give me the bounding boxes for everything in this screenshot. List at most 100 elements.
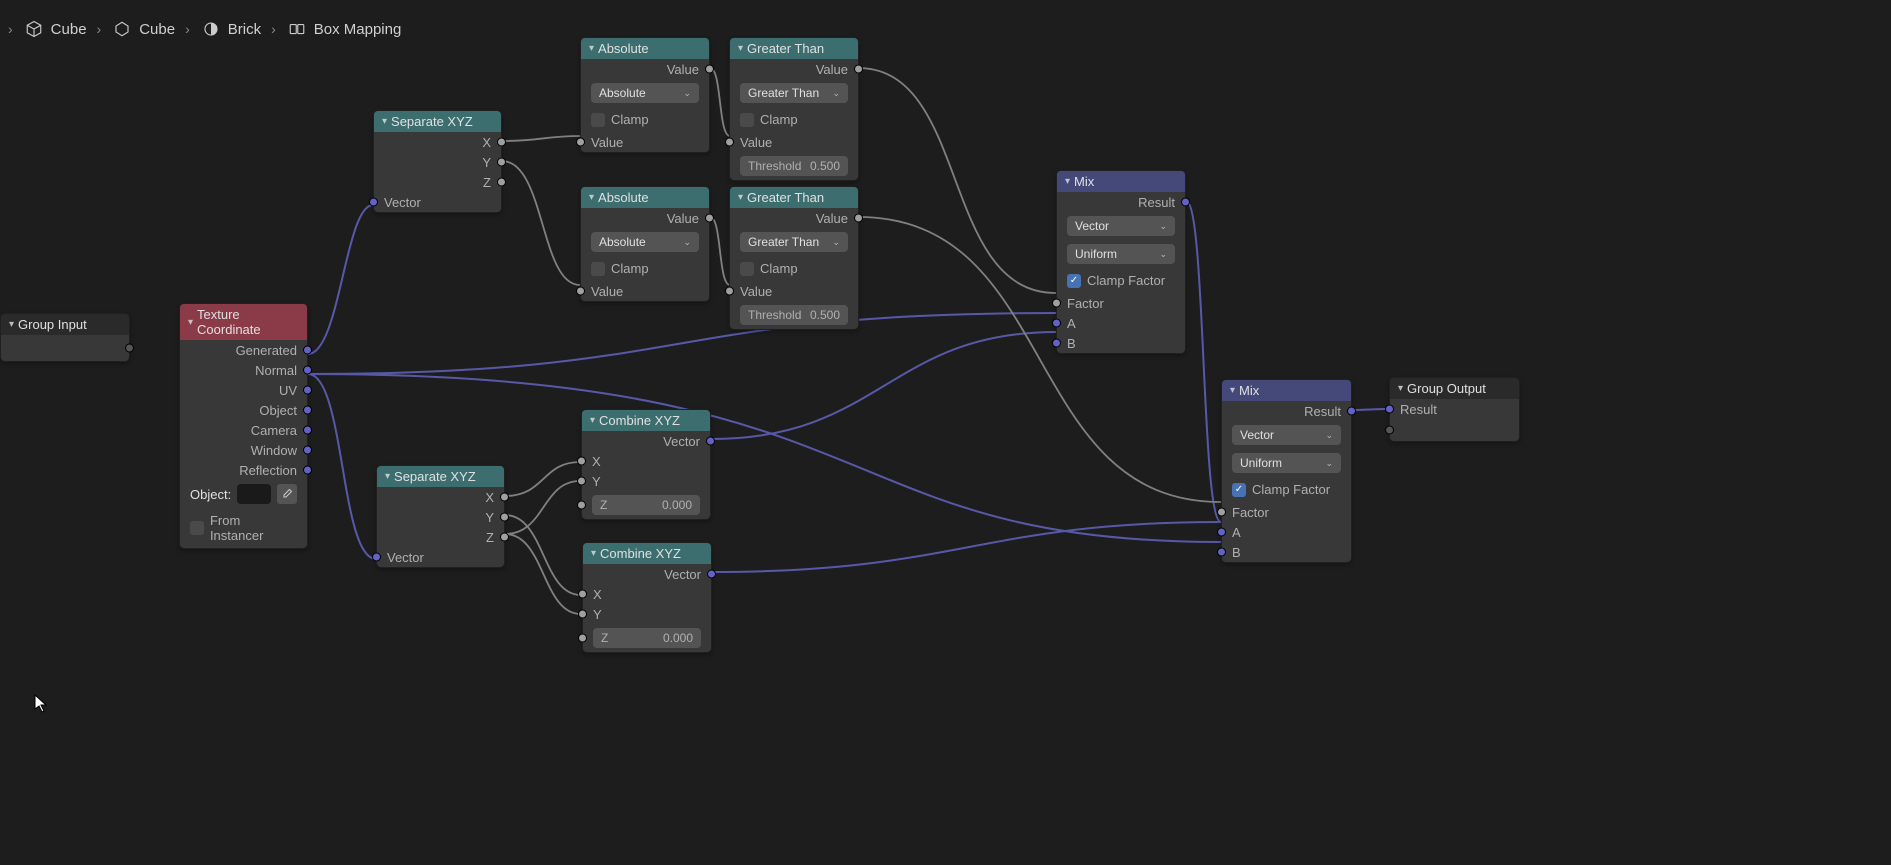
object-input[interactable] (237, 484, 271, 504)
breadcrumb-label: Box Mapping (314, 21, 402, 38)
socket-in[interactable] (1385, 426, 1394, 435)
socket-in[interactable] (578, 610, 587, 619)
node-texture-coordinate[interactable]: ▾ Texture Coordinate Generated Normal UV… (179, 303, 308, 549)
node-mix-2[interactable]: ▾ Mix Result Vector⌄ Uniform⌄ Clamp Fact… (1221, 379, 1352, 563)
node-title: Separate XYZ (391, 114, 473, 129)
chevron-down-icon: ▾ (590, 415, 595, 426)
node-separate-xyz-1[interactable]: ▾ Separate XYZ X Y Z Vector (373, 110, 502, 213)
socket-out[interactable] (1347, 407, 1356, 416)
node-header[interactable]: ▾ Combine XYZ (582, 410, 710, 431)
factor-mode-dropdown[interactable]: Uniform⌄ (1222, 449, 1351, 477)
data-type-dropdown[interactable]: Vector⌄ (1057, 212, 1185, 240)
z-field[interactable]: Z0.000 (582, 491, 710, 519)
threshold-field[interactable]: Threshold0.500 (730, 152, 858, 180)
node-header[interactable]: ▾ Separate XYZ (374, 111, 501, 132)
threshold-field[interactable]: Threshold0.500 (730, 301, 858, 329)
socket-in[interactable] (369, 198, 378, 207)
breadcrumb-item-cube-object[interactable]: Cube (23, 18, 87, 40)
breadcrumb-item-brick-material[interactable]: Brick (200, 18, 261, 40)
socket-out[interactable] (497, 158, 506, 167)
factor-mode-dropdown[interactable]: Uniform⌄ (1057, 240, 1185, 268)
from-instancer-checkbox[interactable]: From Instancer (180, 508, 307, 548)
clamp-factor-checkbox[interactable]: Clamp Factor (1057, 268, 1185, 293)
socket-out[interactable] (303, 346, 312, 355)
node-header[interactable]: ▾ Combine XYZ (583, 543, 711, 564)
mode-dropdown[interactable]: Absolute⌄ (581, 79, 709, 107)
node-greater-than-2[interactable]: ▾ Greater Than Value Greater Than⌄ Clamp… (729, 186, 859, 330)
node-header[interactable]: ▾ Greater Than (730, 38, 858, 59)
socket-out[interactable] (500, 513, 509, 522)
node-group-output[interactable]: ▾ Group Output Result (1389, 377, 1520, 442)
socket-out[interactable] (497, 178, 506, 187)
socket-in[interactable] (577, 501, 586, 510)
socket-in[interactable] (725, 287, 734, 296)
socket-out[interactable] (303, 386, 312, 395)
breadcrumb-item-box-mapping-nodegroup[interactable]: Box Mapping (286, 18, 402, 40)
socket-out[interactable] (705, 65, 714, 74)
node-group-input[interactable]: ▾ Group Input (0, 313, 130, 362)
eyedropper-icon[interactable] (277, 484, 297, 504)
socket-out[interactable] (125, 344, 134, 353)
clamp-checkbox[interactable]: Clamp (730, 107, 858, 132)
socket-out[interactable] (854, 214, 863, 223)
socket-out[interactable] (303, 466, 312, 475)
socket-in[interactable] (576, 138, 585, 147)
chevron-down-icon: ▾ (188, 317, 193, 328)
node-separate-xyz-2[interactable]: ▾ Separate XYZ X Y Z Vector (376, 465, 505, 568)
socket-in[interactable] (577, 477, 586, 486)
breadcrumb-item-cube-mesh[interactable]: Cube (111, 18, 175, 40)
clamp-checkbox[interactable]: Clamp (730, 256, 858, 281)
socket-in[interactable] (1052, 339, 1061, 348)
mode-dropdown[interactable]: Greater Than⌄ (730, 228, 858, 256)
node-mix-1[interactable]: ▾ Mix Result Vector⌄ Uniform⌄ Clamp Fact… (1056, 170, 1186, 354)
node-header[interactable]: ▾ Greater Than (730, 187, 858, 208)
socket-in[interactable] (578, 590, 587, 599)
input-factor: Factor (1057, 293, 1185, 313)
socket-out[interactable] (303, 426, 312, 435)
node-header[interactable]: ▾ Mix (1222, 380, 1351, 401)
socket-in[interactable] (1052, 319, 1061, 328)
node-header[interactable]: ▾ Absolute (581, 38, 709, 59)
socket-out[interactable] (303, 406, 312, 415)
socket-in[interactable] (1385, 405, 1394, 414)
socket-out[interactable] (497, 138, 506, 147)
socket-in[interactable] (577, 457, 586, 466)
socket-in[interactable] (576, 287, 585, 296)
nodegroup-icon (286, 18, 308, 40)
socket-in[interactable] (578, 634, 587, 643)
input-y: Y (582, 471, 710, 491)
socket-in[interactable] (1052, 299, 1061, 308)
socket-out[interactable] (500, 493, 509, 502)
socket-in[interactable] (1217, 508, 1226, 517)
node-absolute-2[interactable]: ▾ Absolute Value Absolute⌄ Clamp Value (580, 186, 710, 302)
node-header[interactable]: ▾ Separate XYZ (377, 466, 504, 487)
clamp-checkbox[interactable]: Clamp (581, 256, 709, 281)
node-header[interactable]: ▾ Group Output (1390, 378, 1519, 399)
node-combine-xyz-1[interactable]: ▾ Combine XYZ Vector X Y Z0.000 (581, 409, 711, 520)
socket-out[interactable] (706, 437, 715, 446)
socket-out[interactable] (707, 570, 716, 579)
node-absolute-1[interactable]: ▾ Absolute Value Absolute⌄ Clamp Value (580, 37, 710, 153)
mode-dropdown[interactable]: Greater Than⌄ (730, 79, 858, 107)
socket-out[interactable] (303, 366, 312, 375)
node-combine-xyz-2[interactable]: ▾ Combine XYZ Vector X Y Z0.000 (582, 542, 712, 653)
node-greater-than-1[interactable]: ▾ Greater Than Value Greater Than⌄ Clamp… (729, 37, 859, 181)
node-header[interactable]: ▾ Absolute (581, 187, 709, 208)
socket-out[interactable] (854, 65, 863, 74)
socket-in[interactable] (725, 138, 734, 147)
socket-out[interactable] (303, 446, 312, 455)
socket-in[interactable] (1217, 528, 1226, 537)
socket-out[interactable] (705, 214, 714, 223)
data-type-dropdown[interactable]: Vector⌄ (1222, 421, 1351, 449)
socket-out[interactable] (1181, 198, 1190, 207)
clamp-factor-checkbox[interactable]: Clamp Factor (1222, 477, 1351, 502)
node-header[interactable]: ▾ Mix (1057, 171, 1185, 192)
socket-out[interactable] (500, 533, 509, 542)
node-header[interactable]: ▾ Texture Coordinate (180, 304, 307, 340)
clamp-checkbox[interactable]: Clamp (581, 107, 709, 132)
node-header[interactable]: ▾ Group Input (1, 314, 129, 335)
mode-dropdown[interactable]: Absolute⌄ (581, 228, 709, 256)
socket-in[interactable] (372, 553, 381, 562)
socket-in[interactable] (1217, 548, 1226, 557)
z-field[interactable]: Z0.000 (583, 624, 711, 652)
